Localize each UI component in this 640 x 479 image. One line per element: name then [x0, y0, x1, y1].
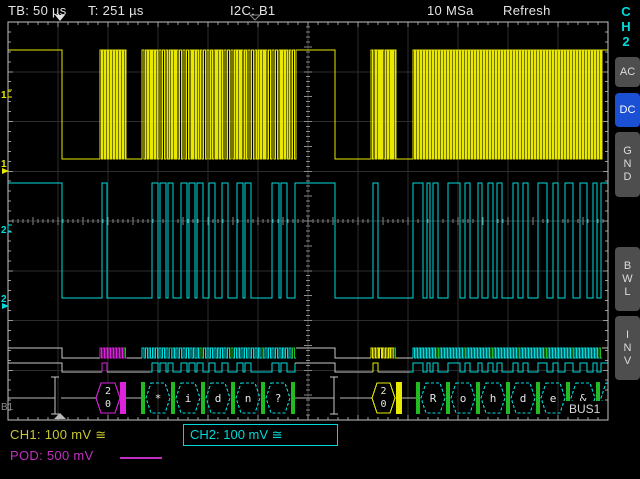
address-end-bar [396, 382, 402, 414]
pod-trace-style-line [120, 457, 162, 459]
svg-text:?: ? [275, 392, 282, 405]
svg-text:d: d [520, 392, 527, 405]
svg-text:*: * [155, 392, 162, 405]
ack-bar [476, 382, 480, 414]
svg-text:2: 2 [1, 294, 7, 305]
pod-scale-badge[interactable]: POD: 500 mV [10, 448, 94, 463]
svg-text:d: d [215, 392, 222, 405]
svg-text:1: 1 [1, 159, 7, 170]
invert-button[interactable]: I N V [615, 316, 640, 380]
ch1-scale-badge[interactable]: CH1: 100 mV ≅ [10, 427, 106, 443]
svg-text:1: 1 [1, 90, 7, 101]
svg-text:o: o [460, 392, 467, 405]
ack-bar [171, 382, 175, 414]
timebase-label: TB: 50 µs [8, 3, 67, 18]
svg-text:R: R [430, 392, 437, 405]
waveform-display: 20*idn?20Rohde&SBUS1B11122 [0, 0, 640, 479]
svg-text:n: n [245, 392, 252, 405]
svg-text:i: i [185, 392, 192, 405]
trigger-time-label: T: 251 µs [88, 3, 144, 18]
ch2-scale-badge[interactable]: CH2: 100 mV ≅ [183, 424, 338, 446]
coupling-dc-button[interactable]: DC [615, 93, 640, 127]
bandwidth-limit-button[interactable]: B W L [615, 247, 640, 311]
oscilloscope-screen: 20*idn?20Rohde&SBUS1B11122 TB: 50 µs T: … [0, 0, 640, 479]
bus-name-label: BUS1 [569, 402, 601, 416]
acquisition-mode-label: Refresh [503, 3, 551, 18]
ack-bar [416, 382, 420, 414]
bus-protocol-label: I2C: B1 [230, 3, 275, 18]
ack-bar [201, 382, 205, 414]
pod-bus-label: B1 [1, 402, 14, 413]
gnd-button[interactable]: G N D [615, 132, 640, 197]
ack-bar [231, 382, 235, 414]
svg-text:S: S [610, 392, 617, 405]
ack-bar [141, 382, 145, 414]
svg-text:h: h [490, 392, 497, 405]
ack-bar [261, 382, 265, 414]
bus-decode-row: 20*idn?20Rohde&SBUS1 [8, 377, 625, 416]
ack-bar [446, 382, 450, 414]
sample-rate-label: 10 MSa [427, 3, 474, 18]
ch2-vertical-label: C H 2 [618, 4, 634, 49]
svg-text:2: 2 [1, 225, 7, 236]
ch2-scale-label: CH2: 100 mV ≅ [190, 427, 283, 443]
coupling-ac-button[interactable]: AC [615, 57, 640, 87]
address-end-bar [120, 382, 126, 414]
ack-bar [536, 382, 540, 414]
ack-bar [506, 382, 510, 414]
frame-start-marker [330, 377, 338, 414]
svg-text:e: e [550, 392, 557, 405]
